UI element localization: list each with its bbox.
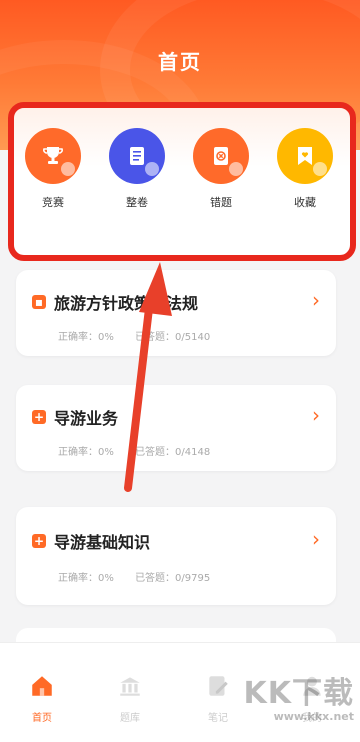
- notes-icon: [209, 676, 228, 696]
- shortcut-competition[interactable]: 竞赛: [18, 128, 88, 210]
- category-stats: 正确率：0% 已答题：0/9795: [58, 569, 228, 584]
- category-card[interactable]: + 导游业务 › 正确率：0% 已答题：0/4148: [16, 385, 336, 471]
- accuracy-label: 正确率：0%: [58, 447, 114, 458]
- tab-notes[interactable]: 笔记: [188, 673, 248, 724]
- home-icon: [32, 676, 52, 696]
- exam-paper-icon: [109, 128, 165, 184]
- tab-home[interactable]: 首页: [12, 673, 72, 724]
- chevron-right-icon: ›: [312, 288, 320, 312]
- question-bank-icon: [120, 677, 140, 696]
- answered-label: 已答题：0/4148: [135, 447, 211, 458]
- plus-icon: +: [32, 534, 46, 548]
- shortcut-label: 整卷: [126, 196, 148, 209]
- shortcut-label: 错题: [210, 196, 232, 209]
- shortcut-wrong-questions[interactable]: 错题: [186, 128, 256, 210]
- shortcut-panel: 竞赛 整卷 错题 收藏: [8, 102, 356, 261]
- watermark: KK下载 www.kkx.net: [244, 668, 355, 723]
- shortcut-full-exam[interactable]: 整卷: [102, 128, 172, 210]
- favorite-icon: [277, 128, 333, 184]
- square-icon: ▪: [32, 295, 46, 309]
- category-title-text: 导游基础知识: [54, 533, 151, 552]
- chevron-right-icon: ›: [312, 527, 320, 551]
- category-title-text: 旅游方针政策和法规: [54, 294, 199, 313]
- shortcut-label: 竞赛: [42, 196, 64, 209]
- category-title: + 导游基础知识: [32, 529, 150, 553]
- trophy-icon: [25, 128, 81, 184]
- tab-label: 首页: [32, 713, 52, 724]
- tab-question-bank[interactable]: 题库: [100, 673, 160, 724]
- chevron-right-icon: ›: [312, 403, 320, 427]
- category-stats: 正确率：0% 已答题：0/4148: [58, 443, 228, 458]
- tab-label: 题库: [120, 713, 140, 724]
- page-title: 首页: [158, 50, 202, 74]
- shortcut-label: 收藏: [294, 196, 316, 209]
- wrong-question-icon: [193, 128, 249, 184]
- category-title: ▪ 旅游方针政策和法规: [32, 290, 198, 314]
- accuracy-label: 正确率：0%: [58, 573, 114, 584]
- plus-icon: +: [32, 410, 46, 424]
- watermark-brand: KK下载: [243, 676, 354, 711]
- answered-label: 已答题：0/5140: [135, 332, 211, 343]
- category-card[interactable]: ▪ 旅游方针政策和法规 › 正确率：0% 已答题：0/5140: [16, 270, 336, 356]
- category-stats: 正确率：0% 已答题：0/5140: [58, 328, 228, 343]
- accuracy-label: 正确率：0%: [58, 332, 114, 343]
- shortcut-favorites[interactable]: 收藏: [270, 128, 340, 210]
- category-card[interactable]: + 导游基础知识 › 正确率：0% 已答题：0/9795: [16, 507, 336, 605]
- category-title: + 导游业务: [32, 405, 118, 429]
- tab-label: 笔记: [208, 713, 228, 724]
- category-title-text: 导游业务: [54, 409, 119, 428]
- answered-label: 已答题：0/9795: [135, 573, 211, 584]
